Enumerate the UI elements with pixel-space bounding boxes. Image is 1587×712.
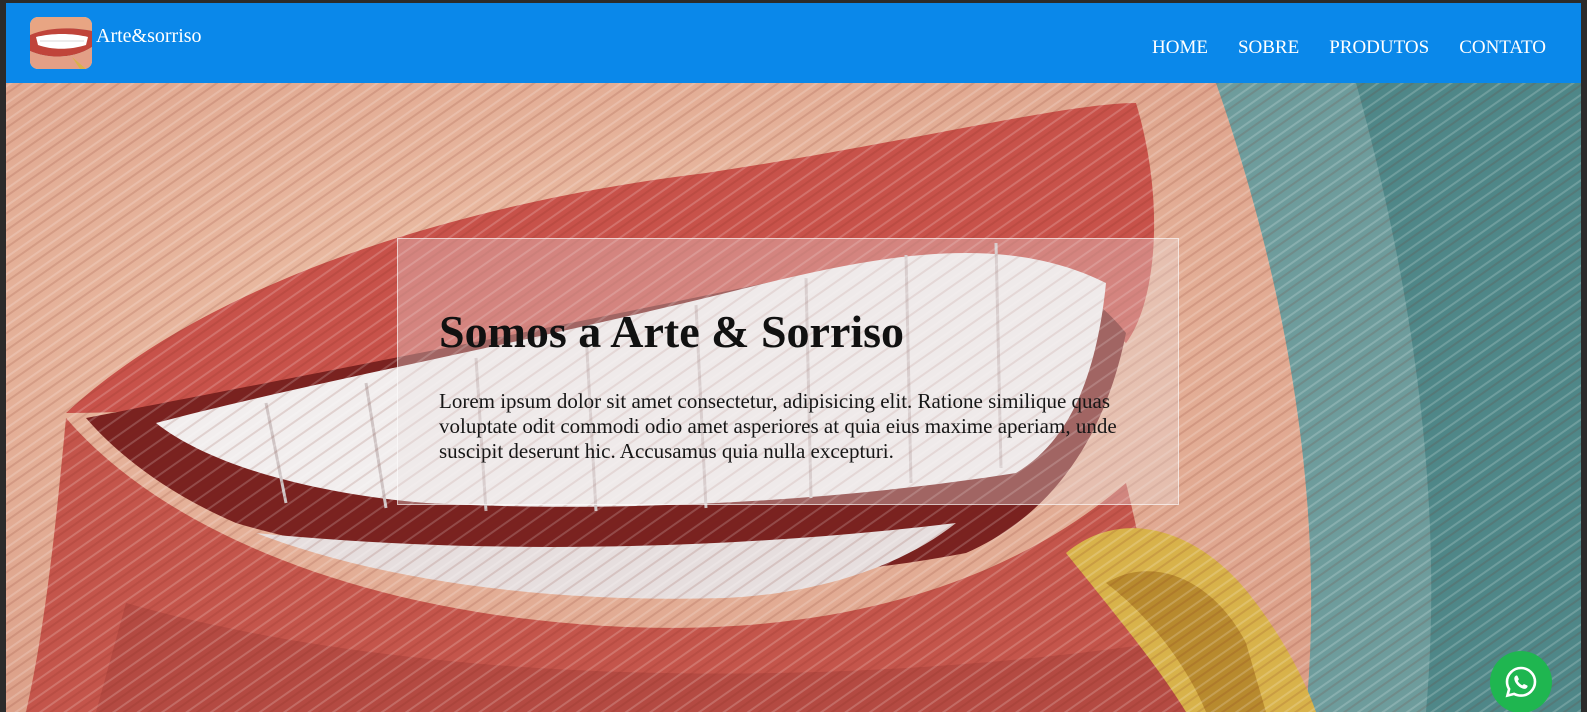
hero-card: Somos a Arte & Sorriso Lorem ipsum dolor… (397, 238, 1179, 505)
page: Arte&sorriso HOME SOBRE PRODUTOS CONTATO (6, 3, 1581, 712)
nav-item-produtos[interactable]: PRODUTOS (1329, 37, 1429, 59)
nav-item-home[interactable]: HOME (1152, 37, 1208, 59)
hero-description: Lorem ipsum dolor sit amet consectetur, … (439, 389, 1117, 463)
whatsapp-icon (1505, 666, 1537, 698)
nav-item-contato[interactable]: CONTATO (1459, 37, 1546, 59)
brand[interactable]: Arte&sorriso (30, 17, 202, 69)
nav-item-sobre[interactable]: SOBRE (1238, 37, 1299, 59)
smile-logo-icon (30, 17, 92, 69)
hero-section: Somos a Arte & Sorriso Lorem ipsum dolor… (6, 83, 1581, 712)
hero-title: Somos a Arte & Sorriso (439, 306, 905, 357)
navbar: Arte&sorriso HOME SOBRE PRODUTOS CONTATO (6, 3, 1581, 83)
whatsapp-button[interactable] (1490, 651, 1552, 712)
brand-name: Arte&sorriso (96, 24, 202, 47)
nav-menu: HOME SOBRE PRODUTOS CONTATO (1152, 37, 1546, 59)
